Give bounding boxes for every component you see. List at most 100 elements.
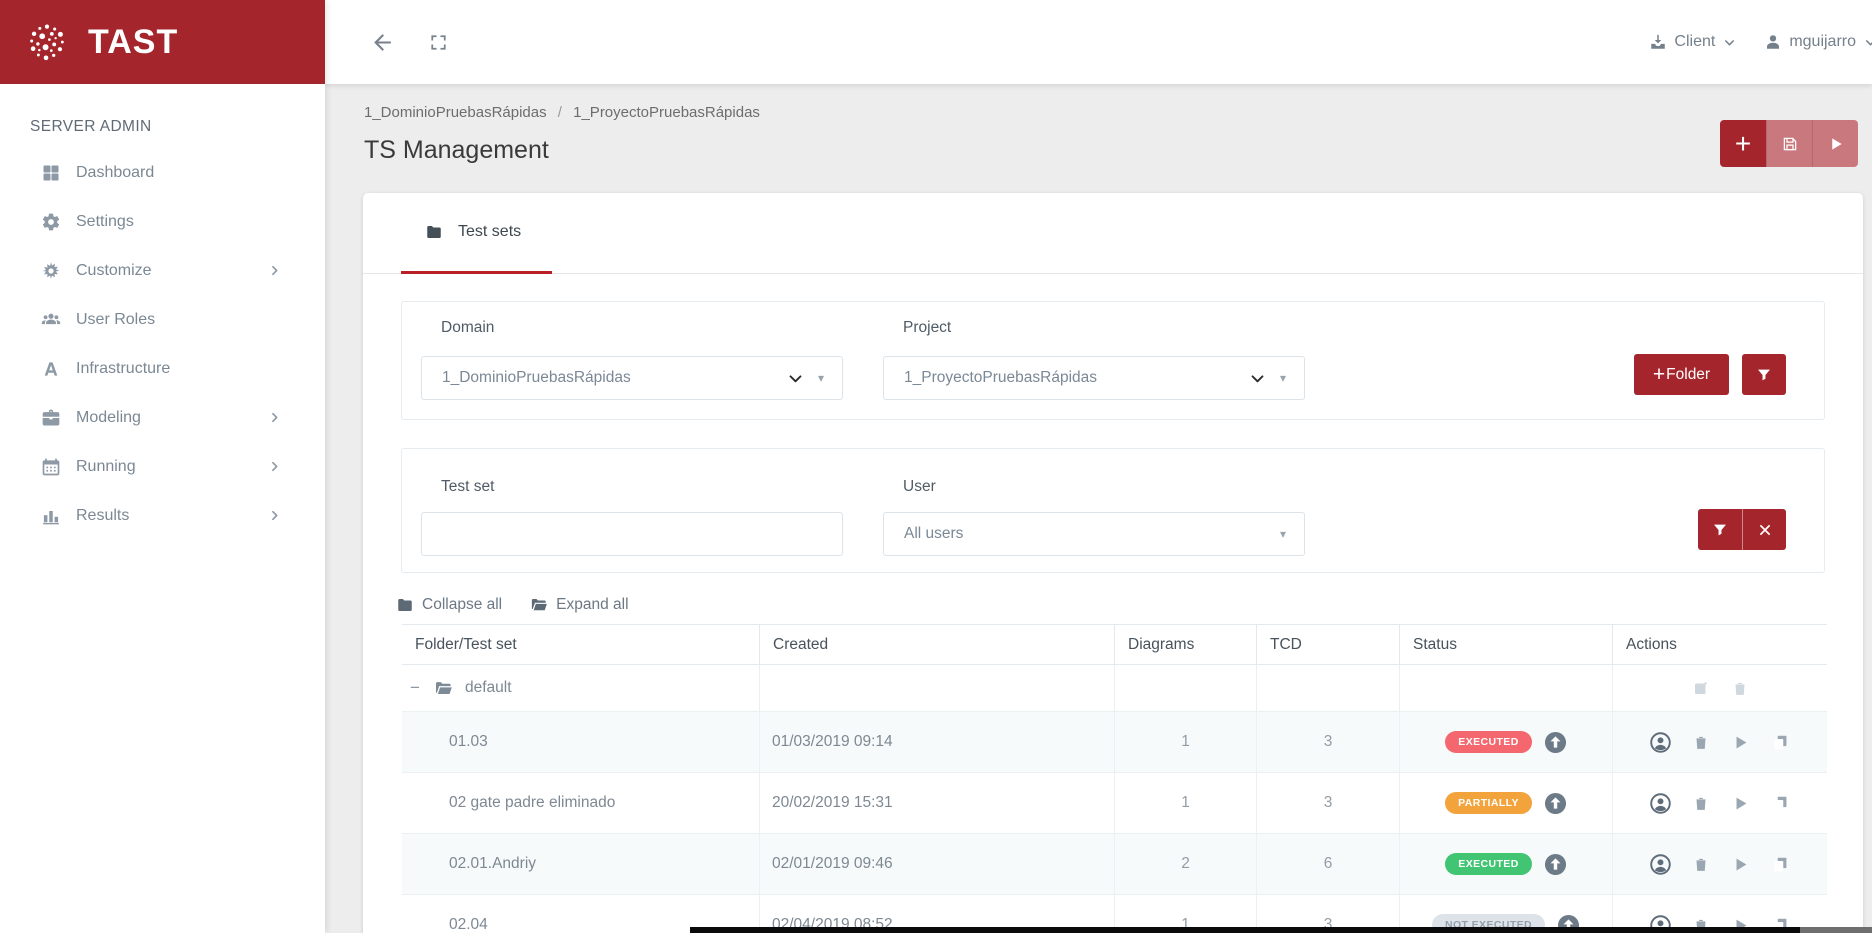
- assign-user-icon[interactable]: [1650, 731, 1671, 753]
- run-icon[interactable]: [1731, 733, 1750, 752]
- column-header[interactable]: Status: [1400, 624, 1613, 665]
- chevron-right-icon: [268, 411, 281, 424]
- upload-status-icon[interactable]: [1544, 853, 1567, 876]
- column-header[interactable]: TCD: [1257, 624, 1400, 665]
- user-select[interactable]: All users ▾: [883, 512, 1305, 556]
- running-calendar-icon: [41, 457, 61, 477]
- topbar-right: Client mguijarro: [1649, 33, 1872, 51]
- back-arrow-icon[interactable]: [370, 30, 395, 55]
- chevron-down-icon: [1864, 36, 1872, 49]
- copy-icon[interactable]: [1771, 794, 1790, 813]
- test-set-name[interactable]: 02.01.Andriy: [402, 834, 760, 894]
- breadcrumb-separator: /: [557, 104, 562, 121]
- test-sets-card: Test sets Domain 1_DominioPruebasRápidas…: [363, 193, 1863, 933]
- upload-status-icon[interactable]: [1544, 792, 1567, 815]
- breadcrumb-domain[interactable]: 1_DominioPruebasRápidas: [364, 104, 547, 121]
- folder-open-icon: [434, 679, 453, 698]
- created-date: 02/01/2019 09:46: [760, 834, 1115, 894]
- chevron-down-icon: [1249, 370, 1266, 387]
- tab-test-sets[interactable]: Test sets: [425, 223, 521, 241]
- run-button[interactable]: [1812, 120, 1858, 167]
- diagrams-count: 1: [1115, 773, 1257, 833]
- sidebar: TAST SERVER ADMIN Dashboard Settings Cus…: [0, 0, 325, 933]
- add-button[interactable]: +: [1720, 120, 1766, 167]
- test-set-label: Test set: [441, 478, 495, 495]
- app-logo[interactable]: TAST: [0, 0, 325, 84]
- chevron-down-icon: [1723, 36, 1736, 49]
- user-roles-icon: [41, 310, 61, 330]
- tcd-count: 3: [1257, 773, 1400, 833]
- add-folder-button[interactable]: + Folder: [1634, 354, 1729, 395]
- chevron-right-icon: [268, 460, 281, 473]
- test-set-input[interactable]: [421, 512, 843, 556]
- copy-icon[interactable]: [1771, 733, 1790, 752]
- breadcrumb-project[interactable]: 1_ProyectoPruebasRápidas: [573, 104, 760, 121]
- clear-filter-button[interactable]: [1742, 509, 1786, 550]
- sidebar-item-running[interactable]: Running: [0, 442, 325, 491]
- delete-icon[interactable]: [1692, 855, 1710, 874]
- save-button[interactable]: [1766, 120, 1812, 167]
- folder-name[interactable]: default: [465, 679, 512, 697]
- run-icon[interactable]: [1731, 794, 1750, 813]
- run-icon[interactable]: [1731, 855, 1750, 874]
- column-header[interactable]: Actions: [1613, 636, 1827, 654]
- sidebar-item-infrastructure[interactable]: Infrastructure: [0, 344, 325, 393]
- expand-all-link[interactable]: Expand all: [530, 596, 629, 614]
- client-label: Client: [1674, 33, 1716, 50]
- search-panel: Test set User All users ▾: [401, 448, 1825, 573]
- user-dropdown[interactable]: mguijarro: [1764, 33, 1872, 51]
- column-header[interactable]: Created: [760, 624, 1115, 665]
- project-select-value: 1_ProyectoPruebasRápidas: [904, 369, 1098, 386]
- sidebar-item-modeling[interactable]: Modeling: [0, 393, 325, 442]
- status-badge: EXECUTED: [1445, 853, 1532, 875]
- sidebar-nav: Dashboard Settings Customize User Roles …: [0, 148, 325, 540]
- column-header[interactable]: Diagrams: [1115, 624, 1257, 665]
- assign-user-icon[interactable]: [1650, 792, 1671, 814]
- sidebar-item-label: Customize: [76, 261, 152, 279]
- table-header: Folder/Test set Created Diagrams TCD Sta…: [402, 624, 1827, 665]
- user-select-value: All users: [904, 525, 964, 542]
- test-set-name[interactable]: 01.03: [402, 712, 760, 772]
- sidebar-item-customize[interactable]: Customize: [0, 246, 325, 295]
- delete-icon[interactable]: [1692, 794, 1710, 813]
- collapse-toggle[interactable]: −: [410, 678, 424, 698]
- domain-select[interactable]: 1_DominioPruebasRápidas ▾: [421, 356, 843, 400]
- fullscreen-icon[interactable]: [429, 33, 448, 52]
- modeling-briefcase-icon: [41, 408, 61, 428]
- sidebar-item-settings[interactable]: Settings: [0, 197, 325, 246]
- table-row: 02.01.Andriy 02/01/2019 09:46 2 6 EXECUT…: [402, 834, 1827, 895]
- table-row: 02 gate padre eliminado 20/02/2019 15:31…: [402, 773, 1827, 834]
- sidebar-item-user-roles[interactable]: User Roles: [0, 295, 325, 344]
- upload-status-icon[interactable]: [1544, 731, 1567, 754]
- domain-label: Domain: [441, 319, 495, 336]
- folder-row: − default: [402, 665, 1827, 712]
- tcd-count: 6: [1257, 834, 1400, 894]
- column-header[interactable]: Folder/Test set: [402, 624, 760, 665]
- assign-user-icon[interactable]: [1650, 853, 1671, 875]
- main-content: 1_DominioPruebasRápidas / 1_ProyectoPrue…: [325, 84, 1872, 933]
- collapse-all-link[interactable]: Collapse all: [396, 596, 502, 614]
- breadcrumb: 1_DominioPruebasRápidas / 1_ProyectoPrue…: [364, 104, 760, 121]
- sidebar-item-dashboard[interactable]: Dashboard: [0, 148, 325, 197]
- customize-cog-icon: [41, 261, 61, 281]
- user-label: User: [903, 478, 936, 495]
- filter-button[interactable]: [1742, 354, 1786, 395]
- apply-filter-button[interactable]: [1698, 509, 1742, 550]
- project-select[interactable]: 1_ProyectoPruebasRápidas ▾: [883, 356, 1305, 400]
- topbar: Client mguijarro: [325, 0, 1872, 84]
- copy-icon[interactable]: [1771, 855, 1790, 874]
- diagrams-count: 1: [1115, 712, 1257, 772]
- sidebar-item-results[interactable]: Results: [0, 491, 325, 540]
- delete-icon[interactable]: [1692, 733, 1710, 752]
- settings-gear-icon: [41, 212, 61, 232]
- sidebar-item-label: Results: [76, 506, 130, 524]
- test-set-name[interactable]: 02 gate padre eliminado: [402, 773, 760, 833]
- select-arrow-icon: ▾: [817, 371, 824, 385]
- edit-icon[interactable]: [1692, 679, 1710, 697]
- folder-closed-icon: [396, 596, 414, 614]
- dashboard-icon: [41, 163, 61, 183]
- client-dropdown[interactable]: Client: [1649, 33, 1736, 51]
- status-badge: PARTIALLY: [1445, 792, 1532, 814]
- delete-icon[interactable]: [1731, 679, 1749, 698]
- sidebar-item-label: Modeling: [76, 408, 141, 426]
